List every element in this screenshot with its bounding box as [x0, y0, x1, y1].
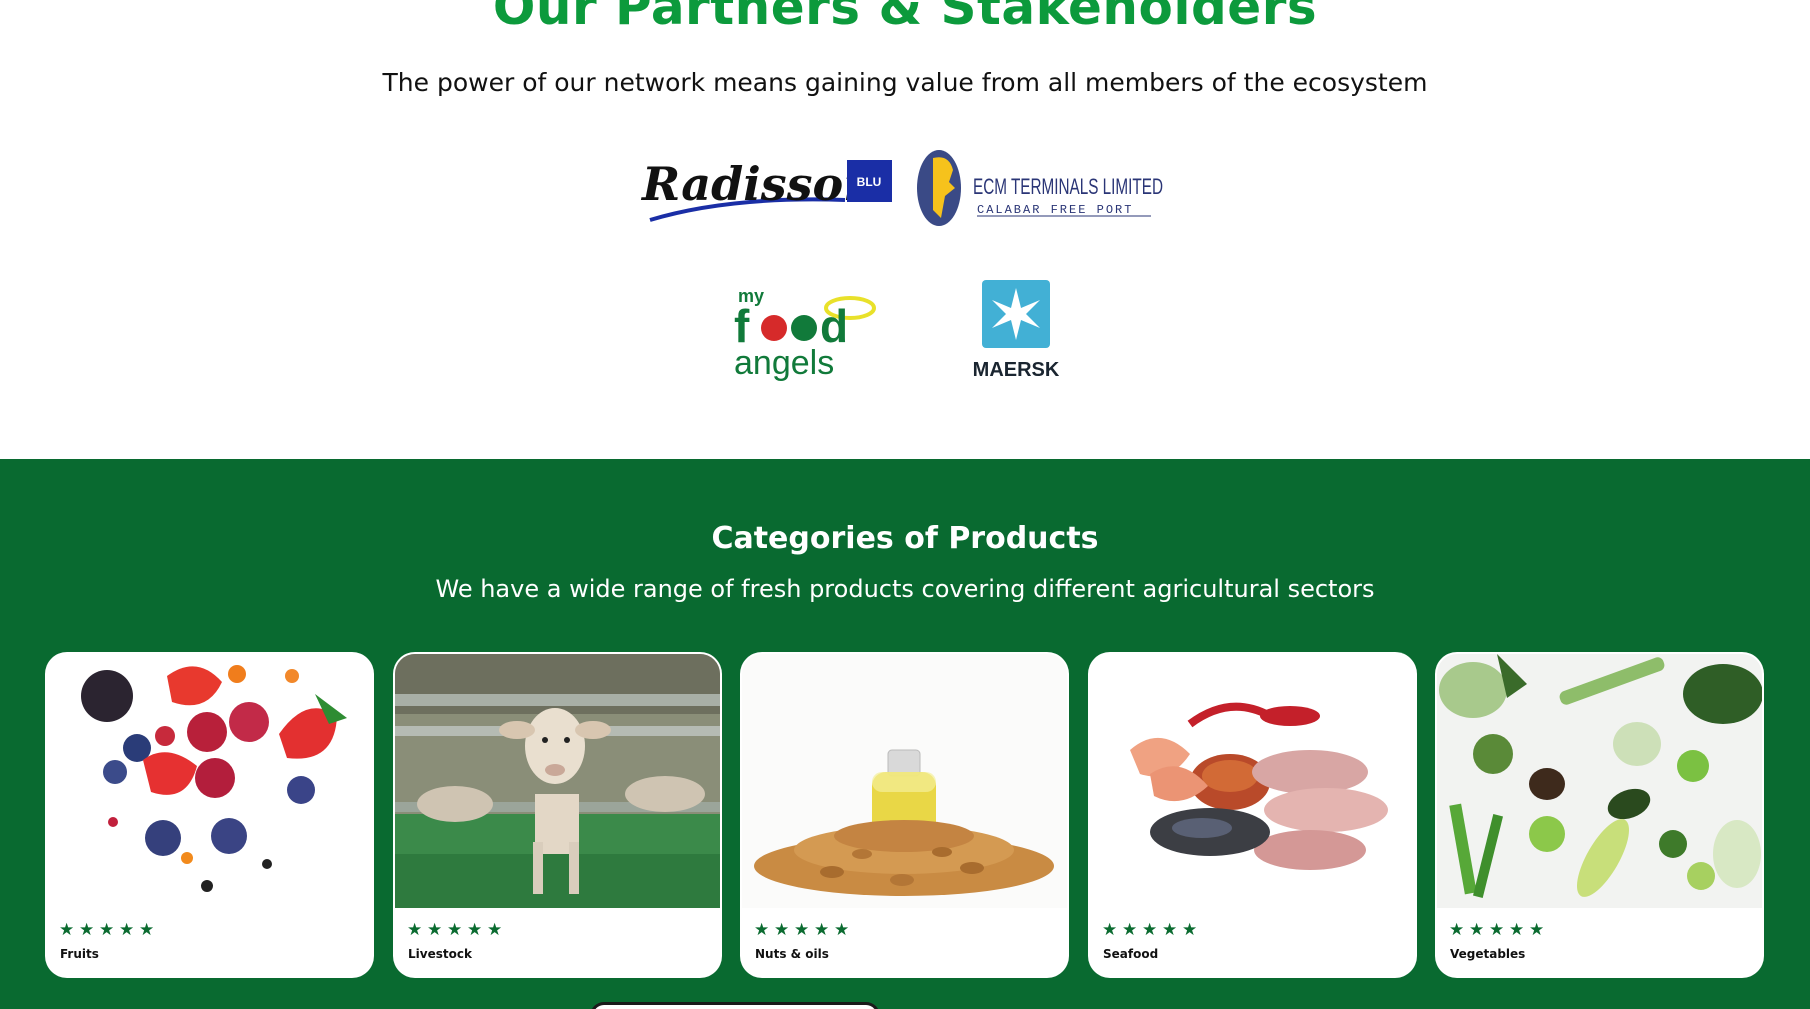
category-card-livestock[interactable]: ★ ★ ★ ★ ★ Livestock: [393, 652, 722, 978]
radisson-badge: BLU: [857, 175, 882, 189]
partners-section: Our Partners & Stakeholders The power of…: [0, 0, 1810, 459]
carousel-control[interactable]: [590, 1002, 880, 1009]
star-icon: ★: [754, 920, 770, 940]
star-icon: ★: [119, 920, 135, 940]
star-icon: ★: [99, 920, 115, 940]
fruits-image: [47, 654, 372, 908]
maersk-wordmark: MAERSK: [973, 359, 1060, 380]
livestock-image: [395, 654, 720, 908]
category-card-fruits[interactable]: ★ ★ ★ ★ ★ Fruits: [45, 652, 374, 978]
star-icon: ★: [1509, 920, 1525, 940]
category-label: Fruits: [60, 947, 99, 961]
star-icon: ★: [1182, 920, 1198, 940]
star-icon: ★: [427, 920, 443, 940]
star-icon: ★: [1142, 920, 1158, 940]
radisson-wordmark: Radisson: [640, 157, 877, 211]
rating-stars: ★ ★ ★ ★ ★: [407, 922, 504, 939]
star-icon: ★: [1162, 920, 1178, 940]
radisson-blu-logo[interactable]: Radisson BLU: [640, 148, 895, 228]
star-icon: ★: [407, 920, 423, 940]
rating-stars: ★ ★ ★ ★ ★: [754, 922, 851, 939]
star-icon: ★: [1469, 920, 1485, 940]
star-icon: ★: [834, 920, 850, 940]
ecm-terminals-logo[interactable]: ECM TERMINALS LIMITED CALABAR FREE PORT: [915, 148, 1170, 228]
vegetables-image: [1437, 654, 1762, 908]
star-icon: ★: [774, 920, 790, 940]
myfoodangels-logo[interactable]: my f d angels: [730, 282, 880, 382]
partners-subtitle: The power of our network means gaining v…: [382, 68, 1428, 97]
star-icon: ★: [794, 920, 810, 940]
rating-stars: ★ ★ ★ ★ ★: [1102, 922, 1199, 939]
star-icon: ★: [1529, 920, 1545, 940]
star-icon: ★: [1489, 920, 1505, 940]
category-label: Livestock: [408, 947, 472, 961]
star-icon: ★: [467, 920, 483, 940]
maersk-logo[interactable]: MAERSK: [960, 280, 1075, 381]
partners-title: Our Partners & Stakeholders: [492, 0, 1318, 36]
nuts-oils-image: [742, 654, 1067, 908]
category-card-seafood[interactable]: ★ ★ ★ ★ ★ Seafood: [1088, 652, 1417, 978]
category-card-nuts-oils[interactable]: ★ ★ ★ ★ ★ Nuts & oils: [740, 652, 1069, 978]
star-icon: ★: [1102, 920, 1118, 940]
svg-text:angels: angels: [734, 344, 834, 382]
seafood-image: [1090, 654, 1415, 908]
star-icon: ★: [139, 920, 155, 940]
star-icon: ★: [447, 920, 463, 940]
star-icon: ★: [79, 920, 95, 940]
ecm-wordmark: ECM TERMINALS LIMITED: [973, 174, 1163, 199]
rating-stars: ★ ★ ★ ★ ★: [59, 922, 156, 939]
categories-section: Categories of Products We have a wide ra…: [0, 459, 1810, 1009]
star-icon: ★: [814, 920, 830, 940]
ecm-subtext: CALABAR FREE PORT: [977, 203, 1133, 217]
categories-title: Categories of Products: [711, 521, 1099, 556]
star-icon: ★: [1449, 920, 1465, 940]
category-label: Seafood: [1103, 947, 1159, 961]
star-icon: ★: [487, 920, 503, 940]
rating-stars: ★ ★ ★ ★ ★: [1449, 922, 1546, 939]
category-label: Nuts & oils: [755, 947, 829, 961]
categories-subtitle: We have a wide range of fresh products c…: [435, 575, 1375, 603]
category-card-vegetables[interactable]: ★ ★ ★ ★ ★ Vegetables: [1435, 652, 1764, 978]
star-icon: ★: [1122, 920, 1138, 940]
star-icon: ★: [59, 920, 75, 940]
category-label: Vegetables: [1450, 947, 1526, 961]
